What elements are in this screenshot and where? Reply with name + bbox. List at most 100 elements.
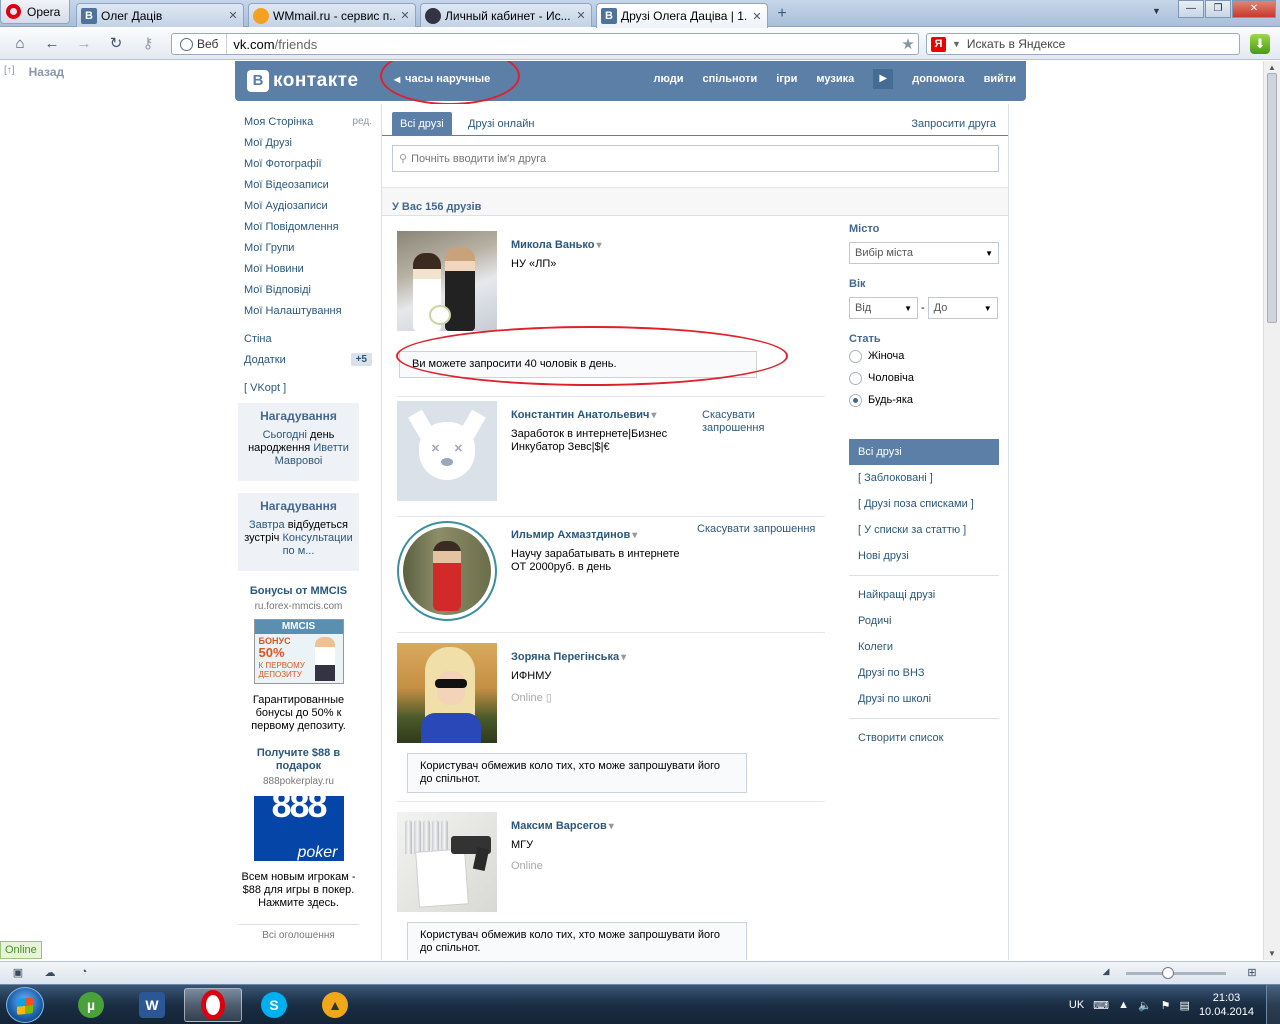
panel-toggle-icon[interactable]: ▣ (10, 966, 26, 980)
tab-friends-online[interactable]: Друзі онлайн (468, 118, 534, 130)
menu-my-friends[interactable]: Мої Друзі (244, 132, 372, 153)
maximize-icon[interactable]: ❐ (1205, 0, 1231, 18)
nav-music[interactable]: музика (816, 73, 854, 85)
friend-name[interactable]: Микола Ванько ▾ (511, 239, 601, 251)
list-best-friends[interactable]: Найкращі друзі (849, 582, 999, 608)
mmcis-ad-image[interactable]: MMCIS БОНУС 50% К ПЕРВОМУ ДЕПОЗИТУ (253, 619, 344, 684)
browser-tab-2[interactable]: WMmail.ru - сервис п... ✕ (248, 3, 416, 27)
menu-my-settings[interactable]: Мої Налаштування (244, 300, 372, 321)
tab-menu-chevron-icon[interactable]: ▼ (1152, 6, 1161, 16)
menu-my-videos[interactable]: Мої Відеозаписи (244, 174, 372, 195)
clock[interactable]: 21:03 10.04.2014 (1199, 991, 1254, 1019)
tab-close-icon[interactable]: ✕ (751, 10, 763, 23)
sex-radio-any[interactable]: Будь-яка (849, 389, 999, 411)
friend-name[interactable]: Ильмир Ахмазтдинов ▾ (511, 529, 637, 541)
taskbar-word[interactable]: W (123, 988, 181, 1022)
age-to-select[interactable]: До ▼ (927, 297, 998, 319)
show-desktop-button[interactable] (1266, 985, 1280, 1024)
list-university[interactable]: Друзі по ВНЗ (849, 660, 999, 686)
back-link[interactable]: [↑] Назад (4, 65, 64, 79)
home-icon[interactable]: ⌂ (10, 34, 30, 54)
search-box[interactable]: Я ▼ Искать в Яндексе (926, 33, 1240, 55)
language-indicator[interactable]: UK (1069, 999, 1084, 1011)
zoom-slider[interactable] (1126, 967, 1226, 979)
cancel-invitation-link[interactable]: Скасувати запрошення (697, 523, 815, 536)
vk-logo[interactable]: В контакте (247, 69, 359, 93)
invite-friend-link[interactable]: Запросити друга (911, 118, 996, 130)
menu-apps[interactable]: Додатки +5 (244, 349, 372, 370)
friend-photo[interactable] (397, 643, 497, 743)
browser-tab-1[interactable]: B Олег Даців ✕ (76, 3, 244, 27)
cloud-icon[interactable]: ☁ (42, 966, 58, 980)
action-center-icon[interactable]: ⚑ (1161, 999, 1171, 1012)
download-icon[interactable]: ⬇ (1250, 34, 1270, 54)
menu-wall[interactable]: Стіна (244, 328, 372, 349)
menu-my-photos[interactable]: Мої Фотографії (244, 153, 372, 174)
menu-my-page[interactable]: Моя Сторінка ред. (244, 111, 372, 132)
scroll-thumb[interactable] (1267, 73, 1277, 323)
taskbar-aimp[interactable]: ▲ (306, 988, 364, 1022)
forward-arrow-icon[interactable]: → (74, 34, 94, 54)
reminder-date-link[interactable]: Завтра (249, 519, 285, 531)
nav-play-icon[interactable]: ▶ (873, 69, 894, 89)
browser-tab-4[interactable]: B Друзі Олега Даціва | 1... ✕ (596, 3, 768, 28)
tray-chevron-icon[interactable]: ▲ (1118, 999, 1129, 1011)
ad-title[interactable]: Бонусы от MMCIS (238, 585, 359, 598)
menu-my-messages[interactable]: Мої Повідомлення (244, 216, 372, 237)
friend-menu-chevron-icon[interactable]: ▾ (609, 821, 614, 832)
menu-vkopt[interactable]: [ VKopt ] (244, 377, 372, 398)
create-list-link[interactable]: Створити список (849, 725, 999, 751)
keyboard-icon[interactable]: ⌨ (1093, 999, 1109, 1012)
nav-communities[interactable]: спільноти (702, 73, 757, 85)
speed-dial-icon[interactable]: ◔ (76, 966, 92, 980)
reminder-date-link[interactable]: Сьогодні (263, 429, 307, 441)
vertical-scrollbar[interactable]: ▲ ▼ (1263, 61, 1280, 960)
sex-radio-male[interactable]: Чоловіча (849, 367, 999, 389)
list-blocked[interactable]: [ Заблоковані ] (849, 465, 999, 491)
network-icon[interactable]: ▤ (1180, 999, 1190, 1012)
address-input[interactable]: vk.com/friends (227, 37, 898, 52)
tab-close-icon[interactable]: ✕ (227, 9, 239, 22)
cancel-invitation-link[interactable]: Скасувати запрошення (702, 409, 792, 435)
tab-close-icon[interactable]: ✕ (575, 9, 587, 22)
volume-icon[interactable]: 🔈 (1138, 999, 1152, 1012)
friend-menu-chevron-icon[interactable]: ▾ (632, 530, 637, 541)
menu-my-replies[interactable]: Мої Відповіді (244, 279, 372, 300)
browser-tab-3[interactable]: Личный кабинет - Ис... ✕ (420, 3, 592, 27)
sex-radio-female[interactable]: Жіноча (849, 345, 999, 367)
search-input[interactable]: Искать в Яндексе (967, 37, 1065, 51)
friend-photo[interactable]: ✕ ✕ (397, 401, 497, 501)
friend-photo[interactable] (397, 521, 497, 621)
list-unlisted[interactable]: [ Друзі поза списками ] (849, 491, 999, 517)
address-bar[interactable]: Веб vk.com/friends ★ (171, 33, 919, 55)
edit-link[interactable]: ред. (352, 116, 372, 127)
age-from-select[interactable]: Від ▼ (849, 297, 918, 319)
list-school[interactable]: Друзі по школі (849, 686, 999, 712)
opera-menu-button[interactable]: Opera (0, 0, 70, 24)
list-colleagues[interactable]: Колеги (849, 634, 999, 660)
key-icon[interactable]: ⚷ (138, 34, 158, 54)
nav-help[interactable]: допомога (912, 73, 964, 85)
list-by-sex[interactable]: [ У списки за статтю ] (849, 517, 999, 543)
friend-menu-chevron-icon[interactable]: ▾ (651, 410, 656, 421)
nav-people[interactable]: люди (653, 73, 683, 85)
bookmark-star-icon[interactable]: ★ (898, 35, 918, 53)
city-select[interactable]: Вибір міста ▼ (849, 242, 999, 264)
friend-name[interactable]: Зоряна Перегінська ▾ (511, 651, 626, 663)
taskbar-opera[interactable] (184, 988, 242, 1022)
back-arrow-icon[interactable]: ← (42, 34, 62, 54)
tab-close-icon[interactable]: ✕ (399, 9, 411, 22)
minimize-icon[interactable]: — (1178, 0, 1204, 18)
menu-my-audio[interactable]: Мої Аудіозаписи (244, 195, 372, 216)
list-all-friends[interactable]: Всі друзі (849, 439, 999, 465)
reminder-event-link[interactable]: Консультации по м... (282, 532, 352, 557)
friend-search-input[interactable]: ⚲ Почніть вводити ім'я друга (392, 145, 999, 172)
ad-title[interactable]: Получите $88 в подарок (238, 747, 359, 773)
poker-ad-image[interactable]: 888 poker (253, 787, 344, 861)
zoom-fit-icon[interactable]: ⊞ (1244, 966, 1260, 980)
all-ads-link[interactable]: Всі оголошення (238, 924, 359, 942)
menu-my-groups[interactable]: Мої Групи (244, 237, 372, 258)
window-close-icon[interactable]: ✕ (1232, 0, 1276, 18)
menu-my-news[interactable]: Мої Новини (244, 258, 372, 279)
friend-menu-chevron-icon[interactable]: ▾ (596, 240, 601, 251)
